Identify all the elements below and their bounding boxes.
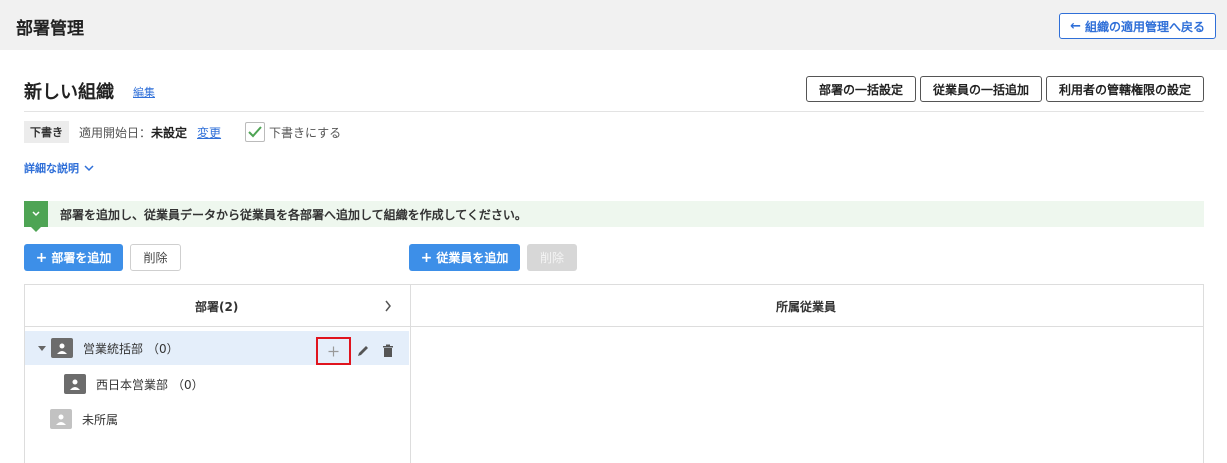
- add-department-button[interactable]: + 部署を追加: [24, 244, 123, 271]
- start-date-value: 未設定: [151, 125, 188, 140]
- employees-column-header: 所属従業員: [776, 300, 837, 314]
- info-notice: 部署を追加し、従業員データから従業員を各部署へ追加して組織を作成してください。: [24, 201, 1204, 232]
- draft-checkbox[interactable]: [245, 122, 266, 142]
- pencil-icon[interactable]: [356, 344, 370, 358]
- tree-node-label: 営業統括部 （0）: [83, 341, 179, 356]
- arrow-left-icon: ←: [1070, 18, 1081, 34]
- change-start-date-link[interactable]: 変更: [197, 124, 221, 141]
- departments-column-header: 部署(2): [195, 300, 239, 314]
- divider: [24, 111, 1204, 112]
- chevron-down-icon: [84, 164, 94, 171]
- tree-node-sales-headquarters[interactable]: 営業統括部 （0）: [25, 331, 409, 365]
- plus-icon: +: [420, 249, 433, 266]
- add-subdepartment-button[interactable]: [316, 337, 351, 365]
- department-icon: [51, 338, 73, 358]
- details-label: 詳細な説明: [24, 162, 79, 175]
- tree-node-unassigned[interactable]: 未所属: [25, 402, 409, 436]
- bulk-department-settings-button[interactable]: 部署の一括設定: [805, 76, 916, 102]
- header-actions: 部署の一括設定 従業員の一括追加 利用者の管轄権限の設定: [805, 76, 1204, 102]
- add-employee-label: 従業員を追加: [436, 251, 509, 265]
- tree-node-label: 未所属: [82, 412, 119, 427]
- bulk-add-employees-button[interactable]: 従業員の一括追加: [919, 76, 1042, 102]
- status-badge: 下書き: [24, 121, 69, 143]
- back-button-label: 組織の適用管理へ戻る: [1084, 19, 1205, 34]
- department-icon: [50, 409, 72, 429]
- start-date-label: 適用開始日：: [79, 125, 152, 140]
- plus-icon: +: [35, 249, 48, 266]
- page-title: 部署管理: [16, 19, 84, 39]
- caret-down-icon[interactable]: [38, 345, 46, 351]
- notice-text: 部署を追加し、従業員データから従業員を各部署へ追加して組織を作成してください。: [60, 207, 527, 222]
- organization-panel: 部署(2) 所属従業員 営業統括部 （0） 西日本営業部 （0） 未所属: [24, 284, 1204, 463]
- top-bar: 部署管理 ← 組織の適用管理へ戻る: [0, 0, 1227, 50]
- trash-icon[interactable]: [381, 344, 395, 358]
- chevron-right-icon[interactable]: [384, 300, 392, 312]
- delete-department-button[interactable]: 削除: [130, 244, 181, 271]
- tree-node-west-japan-sales[interactable]: 西日本営業部 （0）: [25, 367, 409, 401]
- user-jurisdiction-settings-button[interactable]: 利用者の管轄権限の設定: [1045, 76, 1204, 102]
- department-icon: [64, 374, 86, 394]
- plus-icon: [328, 346, 339, 356]
- back-to-org-management-button[interactable]: ← 組織の適用管理へ戻る: [1059, 13, 1216, 39]
- detailed-description-toggle[interactable]: 詳細な説明: [24, 160, 94, 176]
- edit-organization-link[interactable]: 編集: [133, 84, 155, 100]
- checkmark-icon: [248, 126, 262, 138]
- add-department-label: 部署を追加: [51, 251, 112, 265]
- delete-employee-button[interactable]: 削除: [527, 244, 577, 271]
- add-employee-button[interactable]: + 従業員を追加: [409, 244, 520, 271]
- organization-name: 新しい組織: [24, 82, 114, 103]
- row-actions: [316, 337, 395, 365]
- tree-node-label: 西日本営業部 （0）: [96, 377, 204, 392]
- draft-checkbox-label: 下書きにする: [269, 125, 342, 140]
- notice-collapse-icon[interactable]: [24, 201, 48, 232]
- status-row: 下書き 適用開始日： 未設定 変更 下書きにする: [24, 121, 341, 143]
- column-divider: [410, 285, 411, 463]
